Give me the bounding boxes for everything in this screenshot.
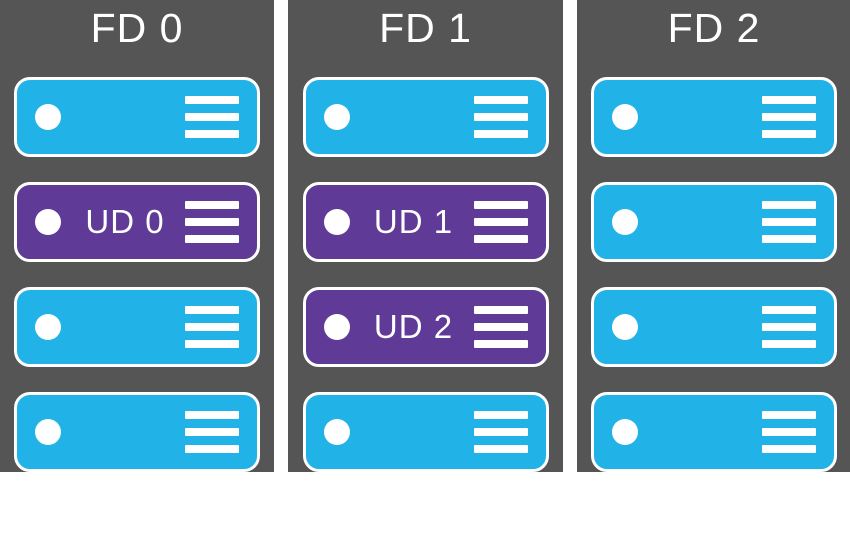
server-node [303,77,549,157]
status-led-icon [35,209,61,235]
server-node [14,287,260,367]
hamburger-icon [474,306,528,348]
hamburger-icon [185,201,239,243]
node-stack: UD 0 [10,77,264,472]
status-led-icon [324,209,350,235]
diagram-canvas: FD 0 UD 0 FD [0,0,850,549]
status-led-icon [324,419,350,445]
hamburger-icon [474,96,528,138]
hamburger-icon [762,411,816,453]
status-led-icon [612,419,638,445]
hamburger-icon [762,96,816,138]
node-stack [587,77,841,472]
hamburger-icon [185,306,239,348]
status-led-icon [35,419,61,445]
node-stack: UD 1 UD 2 [298,77,553,472]
status-led-icon [35,314,61,340]
server-node [14,77,260,157]
server-node [591,392,837,472]
server-node-ud: UD 1 [303,182,549,262]
node-label: UD 2 [350,308,474,346]
fault-domain-column-0: FD 0 UD 0 [0,0,274,472]
status-led-icon [35,104,61,130]
status-led-icon [612,209,638,235]
server-node [14,392,260,472]
hamburger-icon [474,201,528,243]
fault-domain-column-1: FD 1 UD 1 UD 2 [288,0,563,472]
hamburger-icon [185,411,239,453]
hamburger-icon [762,201,816,243]
node-label: UD 0 [61,203,185,241]
hamburger-icon [474,411,528,453]
server-node [591,287,837,367]
server-node [591,182,837,262]
server-node [303,392,549,472]
fault-domain-title: FD 2 [668,8,761,49]
status-led-icon [324,104,350,130]
fault-domain-column-2: FD 2 [577,0,850,472]
server-node-ud: UD 2 [303,287,549,367]
status-led-icon [324,314,350,340]
status-led-icon [612,314,638,340]
fault-domain-title: FD 0 [91,8,184,49]
node-label: UD 1 [350,203,474,241]
hamburger-icon [762,306,816,348]
status-led-icon [612,104,638,130]
fault-domain-title: FD 1 [379,8,472,49]
server-node-ud: UD 0 [14,182,260,262]
server-node [591,77,837,157]
hamburger-icon [185,96,239,138]
